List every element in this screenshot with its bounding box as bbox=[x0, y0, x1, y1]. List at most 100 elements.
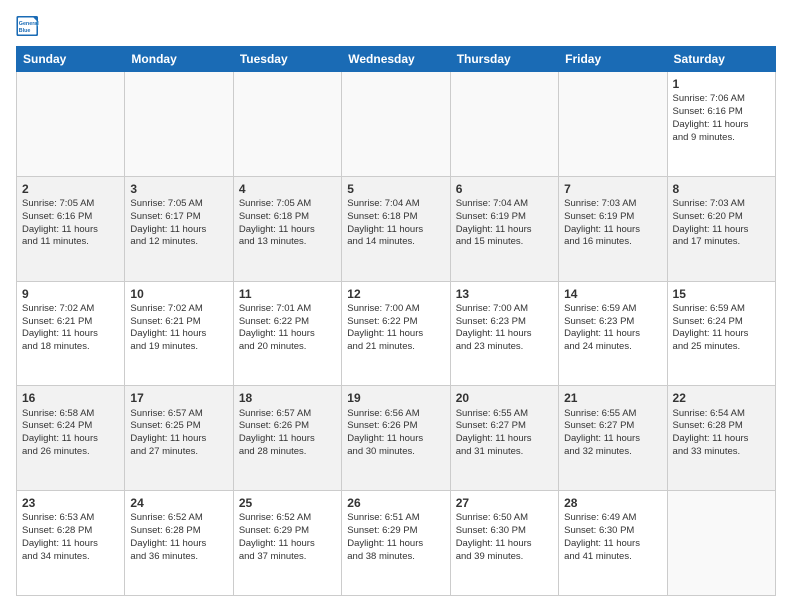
calendar-cell: 9Sunrise: 7:02 AMSunset: 6:21 PMDaylight… bbox=[17, 281, 125, 386]
day-number: 23 bbox=[22, 495, 119, 511]
calendar-cell: 6Sunrise: 7:04 AMSunset: 6:19 PMDaylight… bbox=[450, 176, 558, 281]
day-info: Sunrise: 6:49 AM bbox=[564, 512, 661, 525]
calendar-cell bbox=[667, 491, 775, 596]
day-info: Sunset: 6:17 PM bbox=[130, 211, 227, 224]
calendar-cell: 12Sunrise: 7:00 AMSunset: 6:22 PMDayligh… bbox=[342, 281, 450, 386]
day-info: Sunrise: 6:54 AM bbox=[673, 408, 770, 421]
day-info: and 30 minutes. bbox=[347, 446, 444, 459]
calendar-cell: 3Sunrise: 7:05 AMSunset: 6:17 PMDaylight… bbox=[125, 176, 233, 281]
day-info: Sunset: 6:19 PM bbox=[456, 211, 553, 224]
weekday-header-saturday: Saturday bbox=[667, 47, 775, 72]
day-number: 12 bbox=[347, 286, 444, 302]
day-info: Sunset: 6:28 PM bbox=[673, 420, 770, 433]
calendar-cell: 15Sunrise: 6:59 AMSunset: 6:24 PMDayligh… bbox=[667, 281, 775, 386]
day-info: Sunrise: 6:55 AM bbox=[564, 408, 661, 421]
day-info: Daylight: 11 hours bbox=[22, 224, 119, 237]
day-info: Sunset: 6:24 PM bbox=[22, 420, 119, 433]
day-info: and 21 minutes. bbox=[347, 341, 444, 354]
calendar-cell: 20Sunrise: 6:55 AMSunset: 6:27 PMDayligh… bbox=[450, 386, 558, 491]
day-info: and 11 minutes. bbox=[22, 236, 119, 249]
day-info: Daylight: 11 hours bbox=[22, 433, 119, 446]
calendar-cell: 23Sunrise: 6:53 AMSunset: 6:28 PMDayligh… bbox=[17, 491, 125, 596]
day-info: and 19 minutes. bbox=[130, 341, 227, 354]
day-info: Sunset: 6:22 PM bbox=[347, 316, 444, 329]
weekday-header-friday: Friday bbox=[559, 47, 667, 72]
calendar-cell: 16Sunrise: 6:58 AMSunset: 6:24 PMDayligh… bbox=[17, 386, 125, 491]
week-row-0: 1Sunrise: 7:06 AMSunset: 6:16 PMDaylight… bbox=[17, 72, 776, 177]
day-number: 1 bbox=[673, 76, 770, 92]
day-info: Sunset: 6:27 PM bbox=[564, 420, 661, 433]
day-info: and 25 minutes. bbox=[673, 341, 770, 354]
day-number: 27 bbox=[456, 495, 553, 511]
day-info: Daylight: 11 hours bbox=[347, 328, 444, 341]
day-info: Sunrise: 6:51 AM bbox=[347, 512, 444, 525]
day-info: and 28 minutes. bbox=[239, 446, 336, 459]
day-number: 20 bbox=[456, 390, 553, 406]
day-info: Daylight: 11 hours bbox=[22, 538, 119, 551]
day-info: Daylight: 11 hours bbox=[673, 328, 770, 341]
header: General Blue bbox=[16, 16, 776, 36]
day-info: Sunrise: 7:05 AM bbox=[22, 198, 119, 211]
calendar-cell: 25Sunrise: 6:52 AMSunset: 6:29 PMDayligh… bbox=[233, 491, 341, 596]
day-info: Sunrise: 7:04 AM bbox=[456, 198, 553, 211]
day-number: 4 bbox=[239, 181, 336, 197]
day-info: and 13 minutes. bbox=[239, 236, 336, 249]
day-info: Sunrise: 7:00 AM bbox=[456, 303, 553, 316]
day-info: Daylight: 11 hours bbox=[564, 433, 661, 446]
day-info: Sunrise: 7:00 AM bbox=[347, 303, 444, 316]
day-info: and 12 minutes. bbox=[130, 236, 227, 249]
day-info: Sunset: 6:27 PM bbox=[456, 420, 553, 433]
day-number: 19 bbox=[347, 390, 444, 406]
calendar-cell: 7Sunrise: 7:03 AMSunset: 6:19 PMDaylight… bbox=[559, 176, 667, 281]
day-number: 8 bbox=[673, 181, 770, 197]
day-info: Sunset: 6:26 PM bbox=[347, 420, 444, 433]
calendar-cell: 5Sunrise: 7:04 AMSunset: 6:18 PMDaylight… bbox=[342, 176, 450, 281]
calendar-cell bbox=[450, 72, 558, 177]
week-row-2: 9Sunrise: 7:02 AMSunset: 6:21 PMDaylight… bbox=[17, 281, 776, 386]
day-info: and 41 minutes. bbox=[564, 551, 661, 564]
day-info: and 24 minutes. bbox=[564, 341, 661, 354]
day-info: Sunrise: 6:50 AM bbox=[456, 512, 553, 525]
day-info: Sunset: 6:23 PM bbox=[564, 316, 661, 329]
day-info: Sunrise: 6:59 AM bbox=[673, 303, 770, 316]
calendar-cell: 28Sunrise: 6:49 AMSunset: 6:30 PMDayligh… bbox=[559, 491, 667, 596]
day-info: and 23 minutes. bbox=[456, 341, 553, 354]
day-info: and 20 minutes. bbox=[239, 341, 336, 354]
day-info: Sunrise: 6:53 AM bbox=[22, 512, 119, 525]
calendar-cell: 21 Sunrise: 6:55 AMSunset: 6:27 PMDayligh… bbox=[559, 386, 667, 491]
day-info: and 31 minutes. bbox=[456, 446, 553, 459]
calendar-cell: 24Sunrise: 6:52 AMSunset: 6:28 PMDayligh… bbox=[125, 491, 233, 596]
calendar-cell bbox=[342, 72, 450, 177]
day-info: Sunset: 6:30 PM bbox=[456, 525, 553, 538]
day-info: Sunrise: 7:06 AM bbox=[673, 93, 770, 106]
logo-icon: General Blue bbox=[16, 16, 40, 36]
calendar-cell: 19Sunrise: 6:56 AMSunset: 6:26 PMDayligh… bbox=[342, 386, 450, 491]
day-info: Sunrise: 7:02 AM bbox=[22, 303, 119, 316]
day-info: Sunset: 6:29 PM bbox=[239, 525, 336, 538]
day-info: and 18 minutes. bbox=[22, 341, 119, 354]
day-info: Sunrise: 6:59 AM bbox=[564, 303, 661, 316]
day-info: Daylight: 11 hours bbox=[673, 224, 770, 237]
weekday-header-tuesday: Tuesday bbox=[233, 47, 341, 72]
weekday-header-row: SundayMondayTuesdayWednesdayThursdayFrid… bbox=[17, 47, 776, 72]
day-info: Daylight: 11 hours bbox=[22, 328, 119, 341]
day-info: Sunrise: 7:05 AM bbox=[239, 198, 336, 211]
calendar-cell: 10Sunrise: 7:02 AMSunset: 6:21 PMDayligh… bbox=[125, 281, 233, 386]
day-info: Daylight: 11 hours bbox=[456, 538, 553, 551]
day-info: Sunset: 6:18 PM bbox=[239, 211, 336, 224]
day-number: 17 bbox=[130, 390, 227, 406]
calendar-table: SundayMondayTuesdayWednesdayThursdayFrid… bbox=[16, 46, 776, 596]
day-info: and 14 minutes. bbox=[347, 236, 444, 249]
day-number: 14 bbox=[564, 286, 661, 302]
day-info: and 33 minutes. bbox=[673, 446, 770, 459]
svg-text:Blue: Blue bbox=[19, 28, 31, 34]
day-info: and 16 minutes. bbox=[564, 236, 661, 249]
calendar-cell bbox=[125, 72, 233, 177]
calendar-cell: 27Sunrise: 6:50 AMSunset: 6:30 PMDayligh… bbox=[450, 491, 558, 596]
day-number: 16 bbox=[22, 390, 119, 406]
day-info: and 34 minutes. bbox=[22, 551, 119, 564]
day-number: 3 bbox=[130, 181, 227, 197]
day-number: 11 bbox=[239, 286, 336, 302]
calendar-cell: 14Sunrise: 6:59 AMSunset: 6:23 PMDayligh… bbox=[559, 281, 667, 386]
day-number: 21 bbox=[564, 390, 661, 406]
